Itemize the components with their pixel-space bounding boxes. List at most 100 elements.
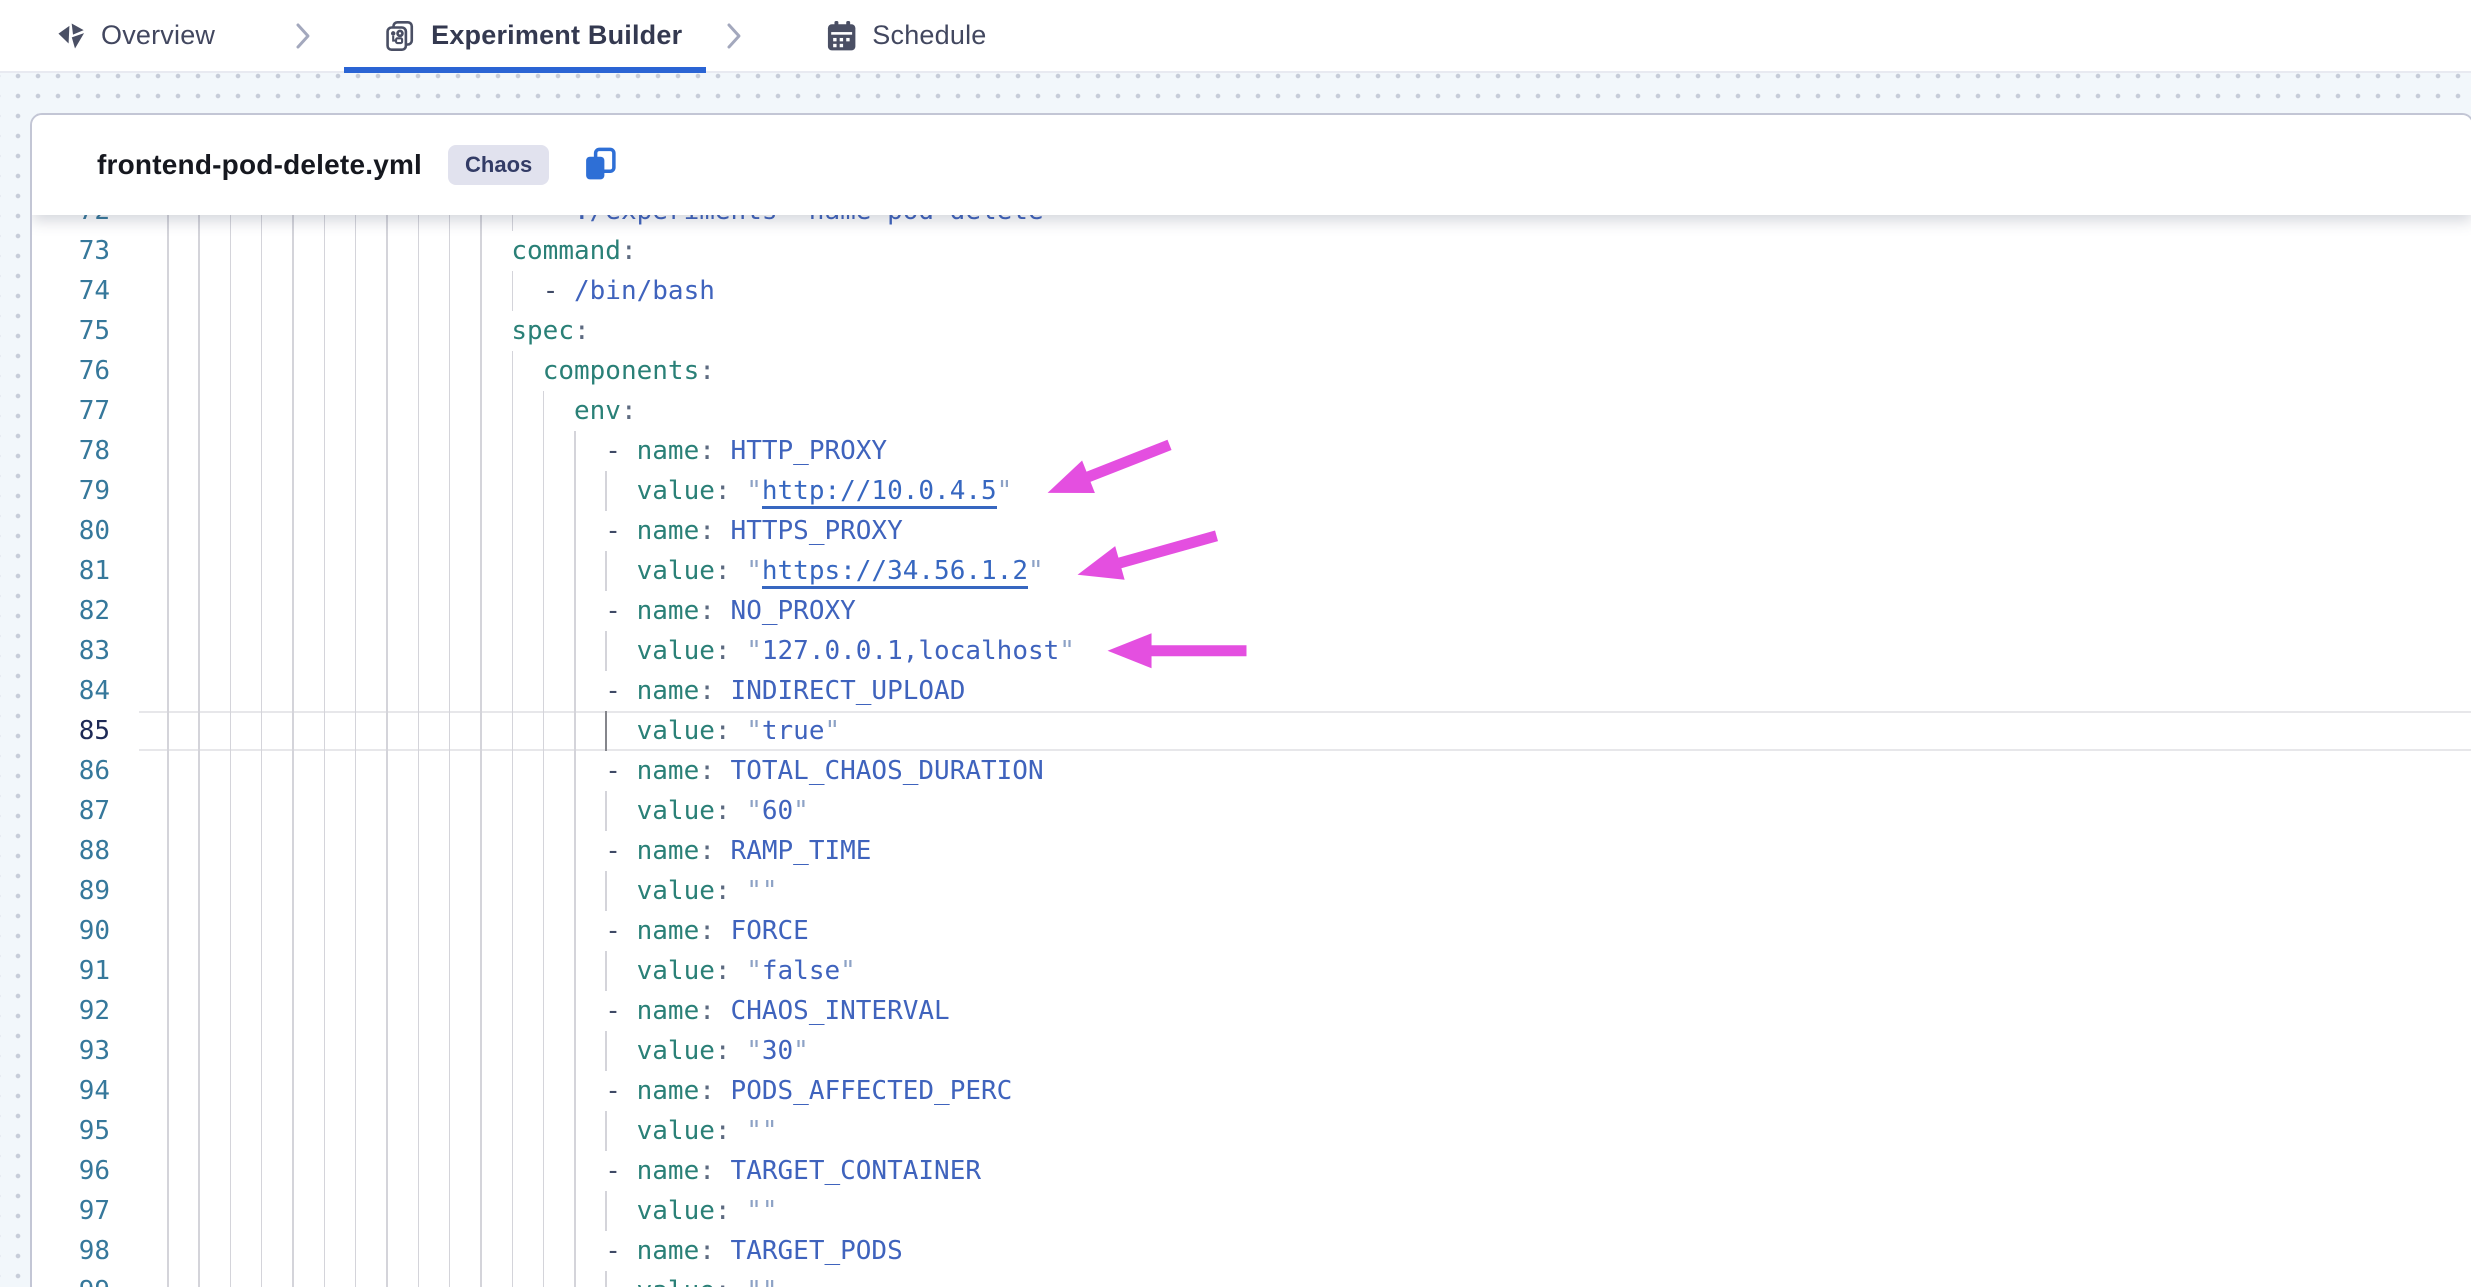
code-line[interactable]: 94 - name: PODS_AFFECTED_PERC: [32, 1071, 2471, 1111]
code-line-text: - name: RAMP_TIME: [167, 831, 871, 871]
line-number[interactable]: 93: [32, 1031, 110, 1071]
breadcrumb-label: Experiment Builder: [431, 20, 682, 51]
code-line-text: - ./experiments -name pod-delete: [167, 215, 1044, 231]
code-line[interactable]: 76 components:: [32, 351, 2471, 391]
code-line[interactable]: 93 value: "30": [32, 1031, 2471, 1071]
code-line[interactable]: 99 value: "": [32, 1271, 2471, 1287]
line-number[interactable]: 79: [32, 471, 110, 511]
code-line[interactable]: 85 value: "true": [32, 711, 2471, 751]
line-number[interactable]: 94: [32, 1071, 110, 1111]
line-number[interactable]: 91: [32, 951, 110, 991]
line-number[interactable]: 90: [32, 911, 110, 951]
code-line-text: - name: HTTP_PROXY: [167, 431, 887, 471]
code-line[interactable]: 89 value: "": [32, 871, 2471, 911]
active-tab-underline: [344, 67, 706, 73]
chaos-badge: Chaos: [448, 145, 549, 185]
code-line[interactable]: 96 - name: TARGET_CONTAINER: [32, 1151, 2471, 1191]
line-number[interactable]: 97: [32, 1191, 110, 1231]
code-line[interactable]: 75 spec:: [32, 311, 2471, 351]
code-line-text: value: "false": [167, 951, 856, 991]
line-number[interactable]: 84: [32, 671, 110, 711]
code-line-text: components:: [167, 351, 715, 391]
code-line-text: - name: INDIRECT_UPLOAD: [167, 671, 965, 711]
code-line[interactable]: 86 - name: TOTAL_CHAOS_DURATION: [32, 751, 2471, 791]
line-number[interactable]: 95: [32, 1111, 110, 1151]
line-number[interactable]: 88: [32, 831, 110, 871]
code-line-text: - name: CHAOS_INTERVAL: [167, 991, 950, 1031]
file-name: frontend-pod-delete.yml: [97, 149, 422, 181]
line-number[interactable]: 98: [32, 1231, 110, 1271]
code-line-text: value: "https://34.56.1.2": [167, 551, 1044, 591]
code-line[interactable]: 90 - name: FORCE: [32, 911, 2471, 951]
code-line[interactable]: 80 - name: HTTPS_PROXY: [32, 511, 2471, 551]
code-line-text: - name: NO_PROXY: [167, 591, 856, 631]
line-number[interactable]: 81: [32, 551, 110, 591]
code-line-text: value: "": [167, 1271, 778, 1287]
calendar-icon: [824, 19, 858, 53]
editor-header: frontend-pod-delete.yml Chaos: [32, 115, 2471, 215]
code-line[interactable]: 88 - name: RAMP_TIME: [32, 831, 2471, 871]
code-line[interactable]: 84 - name: INDIRECT_UPLOAD: [32, 671, 2471, 711]
line-number[interactable]: 87: [32, 791, 110, 831]
line-number[interactable]: 83: [32, 631, 110, 671]
code-line-text: env:: [167, 391, 637, 431]
code-line[interactable]: 81 value: "https://34.56.1.2": [32, 551, 2471, 591]
code-line-text: value: "": [167, 1191, 778, 1231]
line-number[interactable]: 75: [32, 311, 110, 351]
code-line[interactable]: 77 env:: [32, 391, 2471, 431]
line-number[interactable]: 82: [32, 591, 110, 631]
line-number[interactable]: 76: [32, 351, 110, 391]
line-number[interactable]: 99: [32, 1271, 110, 1287]
code-line[interactable]: 74 - /bin/bash: [32, 271, 2471, 311]
app-root: { "breadcrumb": { "items": [ { "label": …: [0, 0, 2471, 1287]
line-number[interactable]: 92: [32, 991, 110, 1031]
code-line[interactable]: 91 value: "false": [32, 951, 2471, 991]
chevron-right-icon: [293, 20, 313, 52]
code-line-text: - name: HTTPS_PROXY: [167, 511, 903, 551]
line-number[interactable]: 77: [32, 391, 110, 431]
code-line[interactable]: 95 value: "": [32, 1111, 2471, 1151]
code-line-text: value: "60": [167, 791, 809, 831]
copy-button[interactable]: [581, 145, 619, 186]
url-link[interactable]: https://34.56.1.2: [762, 556, 1028, 589]
code-line-text: - /bin/bash: [167, 271, 715, 311]
code-line[interactable]: 72 - ./experiments -name pod-delete: [32, 215, 2471, 231]
line-number[interactable]: 80: [32, 511, 110, 551]
code-line-text: command:: [167, 231, 637, 271]
line-number[interactable]: 73: [32, 231, 110, 271]
yaml-editor-card: frontend-pod-delete.yml Chaos 72 - ./exp…: [30, 113, 2471, 1287]
code-line-text: value: "http://10.0.4.5": [167, 471, 1012, 511]
line-number[interactable]: 74: [32, 271, 110, 311]
code-line-text: value: "": [167, 1111, 778, 1151]
breadcrumb-item-experiment-builder[interactable]: Experiment Builder: [383, 19, 682, 53]
breadcrumb-label: Overview: [101, 20, 215, 51]
code-line[interactable]: 83 value: "127.0.0.1,localhost": [32, 631, 2471, 671]
code-line[interactable]: 98 - name: TARGET_PODS: [32, 1231, 2471, 1271]
code-line-text: value: "127.0.0.1,localhost": [167, 631, 1075, 671]
line-number[interactable]: 78: [32, 431, 110, 471]
code-line[interactable]: 78 - name: HTTP_PROXY: [32, 431, 2471, 471]
url-link[interactable]: http://10.0.4.5: [762, 476, 997, 509]
breadcrumb-item-schedule[interactable]: Schedule: [824, 19, 986, 53]
code-line[interactable]: 92 - name: CHAOS_INTERVAL: [32, 991, 2471, 1031]
line-number[interactable]: 89: [32, 871, 110, 911]
code-line-text: spec:: [167, 311, 590, 351]
code-line[interactable]: 87 value: "60": [32, 791, 2471, 831]
code-line-text: - name: TARGET_PODS: [167, 1231, 903, 1271]
chevron-right-icon: [724, 20, 744, 52]
line-number[interactable]: 72: [32, 215, 110, 231]
yaml-code-editor[interactable]: 72 - ./experiments -name pod-delete73 co…: [32, 215, 2471, 1287]
breadcrumb-item-overview[interactable]: Overview: [55, 20, 215, 52]
code-line[interactable]: 82 - name: NO_PROXY: [32, 591, 2471, 631]
line-number[interactable]: 96: [32, 1151, 110, 1191]
line-number[interactable]: 85: [32, 711, 110, 751]
line-number[interactable]: 86: [32, 751, 110, 791]
code-line[interactable]: 97 value: "": [32, 1191, 2471, 1231]
code-line[interactable]: 79 value: "http://10.0.4.5": [32, 471, 2471, 511]
code-line[interactable]: 73 command:: [32, 231, 2471, 271]
code-line-text: value: "": [167, 871, 778, 911]
code-line-text: - name: FORCE: [167, 911, 809, 951]
code-line-text: - name: PODS_AFFECTED_PERC: [167, 1071, 1012, 1111]
code-line-text: - name: TARGET_CONTAINER: [167, 1151, 981, 1191]
copy-icon: [581, 145, 619, 186]
